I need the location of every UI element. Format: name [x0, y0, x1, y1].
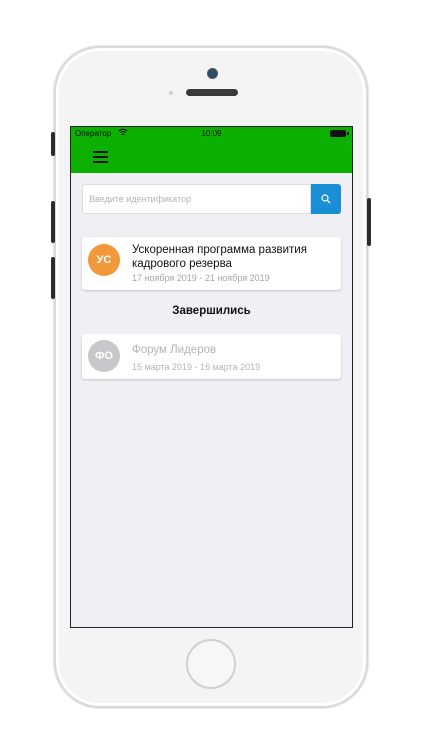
event-card-finished[interactable]: ФО Форум Лидеров 15 марта 2019 - 16 март…: [82, 334, 341, 379]
event-dates: 15 марта 2019 - 16 марта 2019: [132, 362, 261, 372]
event-card-active[interactable]: УС Ускоренная программа развития кадрово…: [82, 237, 341, 290]
search-button[interactable]: [311, 184, 341, 214]
search-bar: [82, 184, 342, 214]
earpiece-speaker: [186, 89, 238, 96]
menu-icon[interactable]: [93, 151, 108, 163]
avatar: УС: [88, 244, 120, 276]
search-input[interactable]: [82, 184, 311, 214]
home-button[interactable]: [186, 639, 236, 689]
status-bar: Оператор 10:09: [71, 127, 352, 141]
battery-tip: [347, 132, 349, 135]
event-title: Форум Лидеров: [132, 344, 217, 356]
volume-up-button: [51, 201, 55, 243]
battery-icon: [330, 130, 346, 137]
event-title: Ускоренная программа развития кадрового …: [132, 244, 307, 270]
sensor-dot: [169, 91, 173, 95]
status-time: 10:09: [201, 129, 222, 138]
section-title-finished: Завершились: [172, 305, 251, 317]
power-button: [367, 198, 371, 246]
app-screen: Оператор 10:09 УС Ускоренная программа р…: [70, 126, 353, 628]
mute-switch: [51, 132, 55, 156]
nav-bar: [71, 141, 352, 173]
search-icon: [321, 194, 331, 204]
volume-down-button: [51, 257, 55, 299]
event-dates: 17 ноября 2019 - 21 ноября 2019: [132, 273, 270, 283]
avatar-initials: ФО: [95, 350, 113, 362]
avatar: ФО: [88, 340, 120, 372]
avatar-initials: УС: [96, 254, 112, 266]
front-camera: [207, 68, 218, 79]
